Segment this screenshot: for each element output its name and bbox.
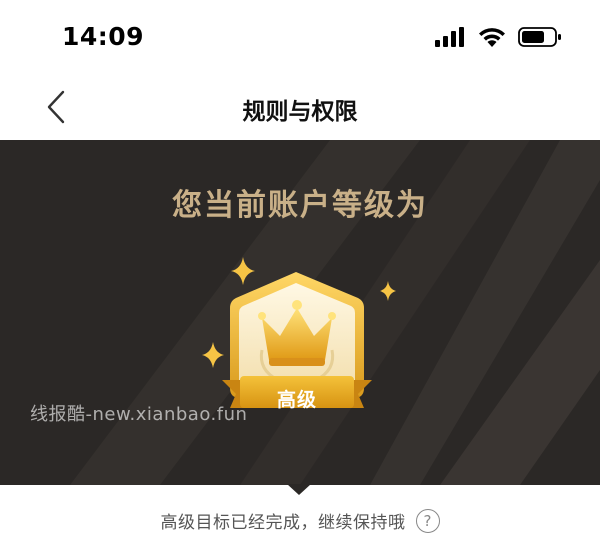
level-hero-panel: 您当前账户等级为 高级 线报酷-new.xianbao.fun <box>0 140 600 485</box>
level-label: 高级 <box>276 389 317 411</box>
battery-icon <box>518 27 561 47</box>
tip-text: 高级目标已经完成，继续保持哦 <box>160 513 406 533</box>
help-icon[interactable]: ? <box>415 508 440 533</box>
cellular-signal-icon <box>435 27 464 47</box>
page-title: 规则与权限 <box>242 99 358 125</box>
level-tip: 高级目标已经完成，继续保持哦 ? <box>0 508 600 533</box>
nav-bar: 规则与权限 <box>0 75 600 140</box>
status-bar: 14:09 <box>0 0 600 75</box>
panel-pointer <box>287 484 311 495</box>
wifi-icon <box>479 28 505 47</box>
status-time: 14:09 <box>62 22 145 51</box>
watermark-text: 线报酷-new.xianbao.fun <box>30 404 248 425</box>
level-badge <box>202 257 396 408</box>
status-icons <box>434 26 562 48</box>
